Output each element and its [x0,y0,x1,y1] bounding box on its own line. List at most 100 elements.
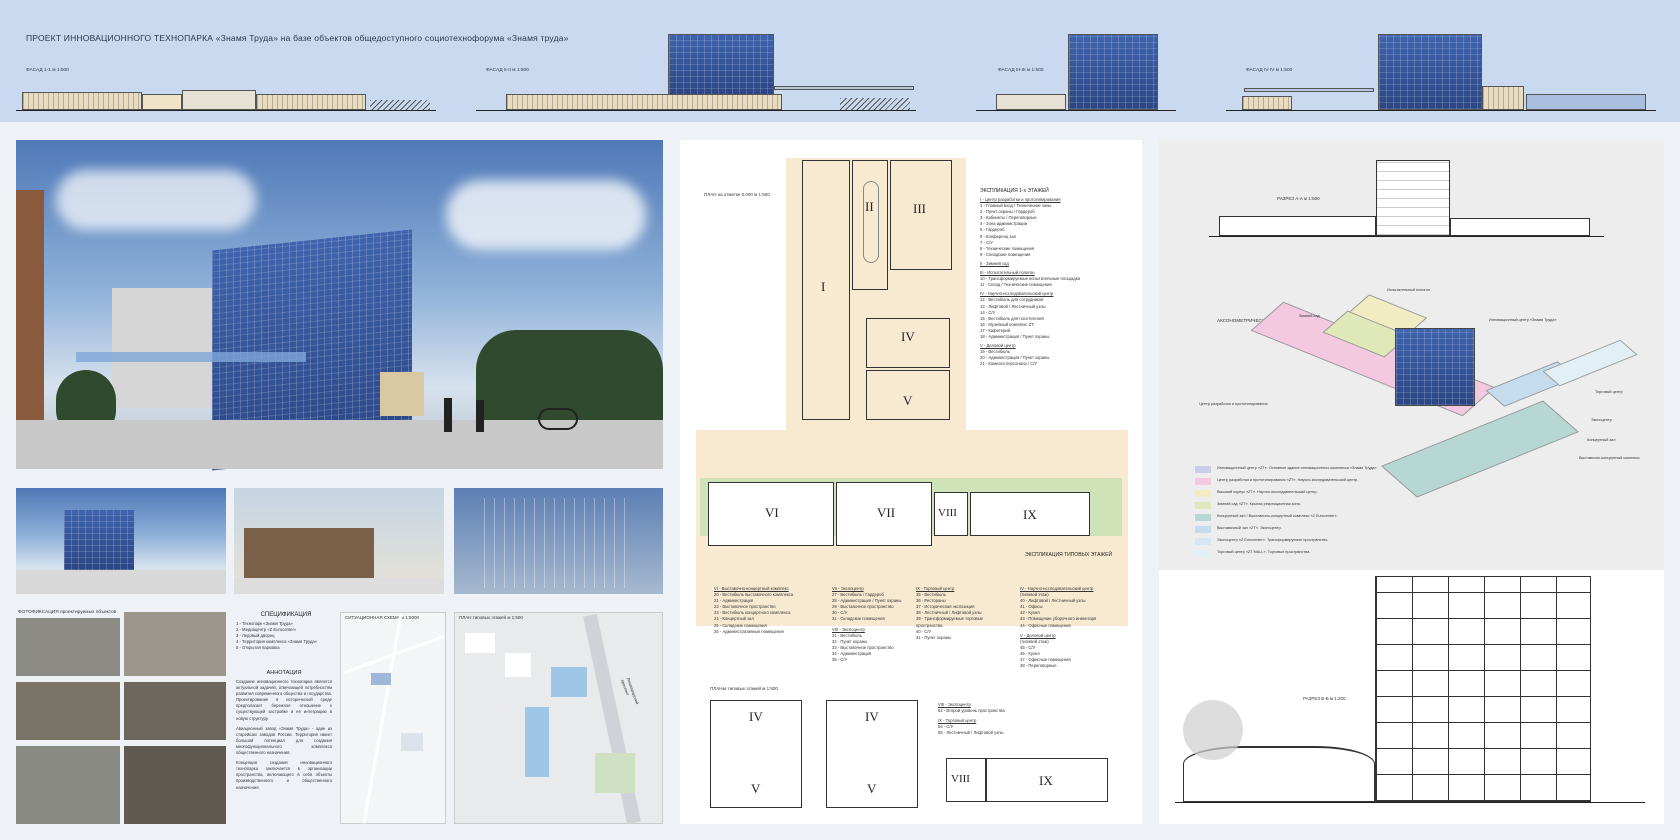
roman-label: I [821,279,826,294]
facade-label-1: ФАСАД 1-1 м 1:500 [26,68,69,73]
brick-building [244,528,374,578]
axon-concert-hall [1381,400,1579,498]
main-render [16,140,663,471]
section-aa-tower [1376,160,1450,236]
facade-4-glass-tower [1378,34,1482,110]
legend-text: Выставочный зал «ZT». Экспоцентр. [1217,526,1282,530]
axon-label: Экспоцентр [1591,418,1612,422]
old-building [380,372,424,416]
site-marker [371,673,391,685]
explication-line: 39 - Трансформируемые торговые пространс… [916,616,983,628]
spec-item: 5 - Открытая парковка [236,645,280,651]
legend-text: Зимний сад «ZT». Крытая рекреационная зо… [1217,502,1301,506]
cloud [446,180,646,250]
tree-silhouette [1183,700,1243,760]
site-plan-map: ПЛАН типовых этажей м 1:500 Ленинградски… [454,612,663,825]
axon-label: Центр разработки и прототипирования [1199,402,1268,406]
ground-plan-title: ПЛАН на отметке 0.000 м 1:500 [704,192,770,197]
axon-label: Выставочно-концертный комплекс [1579,456,1640,460]
roman-label: III [913,201,926,216]
plan-panel: ПЛАН на отметке 0.000 м 1:500 I II III I… [680,140,1142,824]
roman-label: IV [865,709,879,724]
photo-1 [16,618,120,676]
pedestrian [444,398,452,432]
spec-title: СПЕЦИФИКАЦИЯ [260,612,312,618]
render-small-3 [454,488,663,594]
typical-plan-1: IV V [710,700,802,808]
road [362,614,403,824]
explication-line: 41 - Пункт охраны [916,634,952,640]
block [505,653,531,677]
white-building [112,288,212,408]
roman-label: IV [749,709,763,724]
roman-label: VII [877,505,896,520]
explication-line: 35 - С/У [832,657,848,663]
facade-4-building-2 [1482,86,1524,110]
ground [16,570,226,594]
building-VIII-plan: VIII [934,492,968,536]
legend-row: Зимний сад «ZT». Крытая рекреационная зо… [1195,502,1385,509]
facade-1-building-3 [256,94,366,110]
roman-label: VIII [951,773,970,785]
facade-4-skybridge [1244,88,1374,92]
facade-label-4: ФАСАД IV-IV м 1:500 [1246,68,1293,73]
legend-swatch [1195,466,1211,473]
legend-text: Экспоцентр «Z Eurocenter». Трансформируе… [1217,538,1329,542]
explication-bottom-col: IV - Научно-исследовательский центр (тип… [1020,586,1132,669]
legend-row: Высокий корпус «ZT». Научно-исследовател… [1195,490,1385,497]
roman-label: VI [765,505,779,520]
explication-group-head: II - Зимний сад [980,260,1009,266]
pedestrian [476,400,484,432]
section-bb-tower [1375,576,1591,802]
roman-label: IX [1023,507,1037,522]
legend-row: Торговый центр «ZT MALL». Торговые прост… [1195,550,1385,557]
annotation-title: АННОТАЦИЯ [266,670,302,676]
roman-label: VIII [938,507,957,519]
legend-row: Инновационный центр «ZT». Основное здани… [1195,466,1385,473]
skybridge [76,352,306,362]
site-highlight [551,667,587,697]
right-panel: РАЗРЕЗ А-А м 1:500 АКСОНОМЕТРИЧЕСКАЯ МОД… [1159,140,1664,824]
facade-4-building-1 [1242,96,1292,110]
situation-map: СИТУАЦИОННАЯ СХЕМА м 1:5000 [340,612,446,824]
ground [234,578,444,594]
park [595,753,635,793]
legend-text: Концертный зал / Выставочно-концертный к… [1217,514,1338,518]
glass-building [64,510,134,570]
section-aa-ground [1209,236,1604,238]
axon-label: Концертный зал [1587,438,1616,442]
legend-row: Концертный зал / Выставочно-концертный к… [1195,514,1385,521]
explication-line: 31 - Складские помещения [832,616,885,622]
explication-bottom-col: VI - Выставочно-концертный комплекс 20 -… [714,586,814,635]
facade-2-long-building [506,94,782,110]
section-aa-building [1450,218,1590,236]
legend-row: Экспоцентр «Z Eurocenter». Трансформируе… [1195,538,1385,545]
explication-line: 52 - Второй уровень пространства [938,708,1005,714]
facade-1-ramp [370,100,430,110]
legend-row: Выставочный зал «ZT». Экспоцентр. [1195,526,1385,533]
explication-line: 55 - Лестничный / Лифтовой узлы [938,730,1004,736]
axon-legend: Инновационный центр «ZT». Основное здани… [1195,466,1385,562]
explication-typical-title: ЭКСПЛИКАЦИЯ ТИПОВЫХ ЭТАЖЕЙ [1025,552,1113,558]
building-IX-plan: IX [970,492,1090,536]
legend-swatch [1195,490,1211,497]
photo-3 [16,682,120,740]
facade-4-building-3 [1526,94,1646,110]
annotation-paragraph: Авиационный завод «Знамя Труда» - один и… [236,725,332,756]
explication-small-col: VIII - Экспоцентр 52 - Второй уровень пр… [938,702,1028,736]
explication-bottom-col: VII - Экспоцентр 27 - Вестибюль / Гардер… [832,586,910,663]
typical-plans-title: ПЛАНЫ типовых этажей м 1:500 [710,686,778,691]
axon-glass-cube [1395,328,1475,406]
facade-band: ПРОЕКТ ИННОВАЦИОННОГО ТЕХНОПАРКА «Знамя … [0,0,1680,122]
section-bb-title: РАЗРЕЗ Б-Б м 1:200 [1303,696,1346,701]
cloud [56,170,256,230]
annotation-paragraph: Создание инновационного технопарка являе… [236,679,332,721]
explication-line: 26 - Административные помещения [714,628,784,634]
ground-line-4 [1226,110,1656,112]
street-label: Ленинградский проспект [620,676,641,705]
render-small-2 [234,488,444,594]
facade-3-hangar [996,94,1066,110]
legend-text: Центр разработки и прототипирования «ZT»… [1217,478,1359,482]
building-V-plan: V [866,370,950,420]
annotation-block: АННОТАЦИЯ Создание инновационного техноп… [236,670,332,791]
